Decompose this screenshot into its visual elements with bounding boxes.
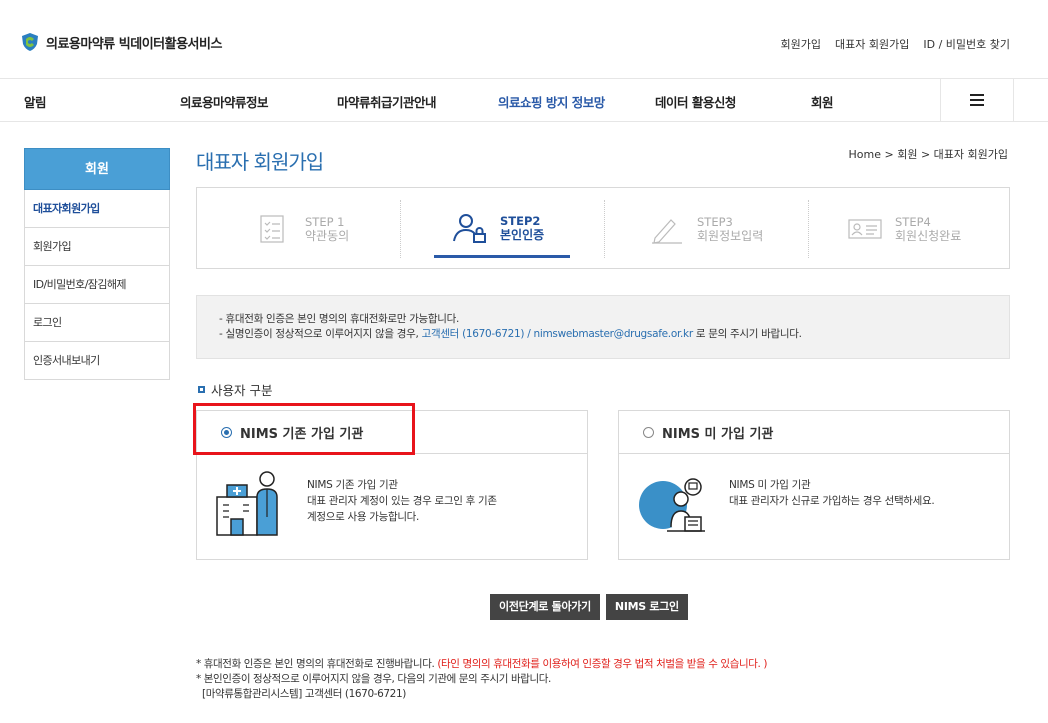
nav-member[interactable]: 회원 [811,92,834,111]
square-bullet-icon [198,386,205,393]
step-4-label: 회원신청완료 [895,229,962,243]
top-links: 회원가입 대표자 회원가입 ID / 비밀번호 찾기 [781,36,1010,52]
option-existing-desc: NIMS 기존 가입 기관 대표 관리자 계정이 있는 경우 로그인 후 기존 … [307,479,497,523]
top-header: 의료용마약류 빅데이터활용서비스 회원가입 대표자 회원가입 ID / 비밀번호… [0,0,1048,78]
side-item-rep-signup[interactable]: 대표자회원가입 [24,190,170,228]
pencil-icon [652,219,682,244]
user-auth-icon [453,213,486,243]
logo-text: 의료용마약류 빅데이터활용서비스 [46,36,222,52]
user-computer-icon [639,478,705,532]
id-card-icon [848,219,882,239]
action-buttons: 이전단계로 돌아가기 NIMS 로그인 [490,594,688,620]
signup-link[interactable]: 회원가입 [781,36,821,52]
option-new-header[interactable]: NIMS 미 가입 기관 [619,411,1009,454]
nav-drug-info[interactable]: 의료용마약류정보 [180,92,269,111]
shield-logo-icon [22,33,38,51]
notice-line-1: - 휴대전화 인증은 본인 명의의 휴대전화로만 가능합니다. [219,313,460,325]
breadcrumb: Home > 회원 > 대표자 회원가입 [848,148,1008,161]
legal-warning-text: (타인 명의의 휴대전화를 이용하여 인증할 경우 법적 처벌을 받을 수 있습… [437,658,768,670]
notice-line-2: - 실명인증이 정상적으로 이루어지지 않을 경우, 고객센터 (1670-67… [219,328,802,340]
footnotes: * 휴대전화 인증은 본인 명의의 휴대전화로 진행바랍니다. (타인 명의의 … [196,657,767,702]
hospital-doctor-icon [216,471,278,536]
rep-signup-link[interactable]: 대표자 회원가입 [835,36,909,52]
side-menu-title: 회원 [24,148,170,190]
main-nav: 알림 의료용마약류정보 마약류취급기관안내 의료쇼핑 방지 정보망 데이터 활용… [0,78,1048,122]
prev-step-button[interactable]: 이전단계로 돌아가기 [490,594,600,620]
footnote-line-3: [마약류통합관리시스템] 고객센터 (1670-6721) [202,688,406,700]
step-4-number: STEP4 [895,215,931,229]
option-new-member[interactable]: NIMS 미 가입 기관 NIMS 미 가입 기관 대표 관리자가 신규로 가입… [618,410,1010,560]
nav-institution-guide[interactable]: 마약류취급기관안내 [337,92,437,111]
nav-shopping-prevention[interactable]: 의료쇼핑 방지 정보망 [498,92,605,111]
side-item-cert-export[interactable]: 인증서내보내기 [24,342,170,380]
section-label: 사용자 구분 [198,380,272,399]
step-1-number: STEP 1 [305,215,345,229]
step-3-number: STEP3 [697,215,733,229]
footnote-line-1: * 휴대전화 인증은 본인 명의의 휴대전화로 진행바랍니다. (타인 명의의 … [196,658,768,670]
step-1-label: 약관동의 [305,229,350,243]
step-2-label: 본인인증 [500,227,545,242]
step-3-label: 회원정보입력 [697,229,764,243]
side-item-id-password[interactable]: ID/비밀번호/잠김해제 [24,266,170,304]
side-item-signup[interactable]: 회원가입 [24,228,170,266]
nims-login-button[interactable]: NIMS 로그인 [605,594,688,620]
side-menu: 회원 대표자회원가입 회원가입 ID/비밀번호/잠김해제 로그인 인증서내보내기 [24,148,170,380]
nav-data-request[interactable]: 데이터 활용신청 [655,92,736,111]
option-new-desc: NIMS 미 가입 기관 대표 관리자가 신규로 가입하는 경우 선택하세요. [729,479,935,507]
find-id-password-link[interactable]: ID / 비밀번호 찾기 [923,36,1010,52]
radio-new[interactable] [643,426,654,438]
page-title: 대표자 회원가입 [196,150,324,174]
menu-icon[interactable] [940,79,1014,121]
step-indicator: STEP 1 약관동의 STEP2 본인인증 STEP3 회원정보입력 STEP… [196,187,1010,269]
step-2-number: STEP2 [500,213,541,228]
step-1: STEP 1 약관동의 [257,200,349,258]
document-list-icon [260,215,284,243]
step-3: STEP3 회원정보입력 [649,200,763,258]
step-2: STEP2 본인인증 [434,200,570,258]
notice-box: - 휴대전화 인증은 본인 명의의 휴대전화로만 가능합니다. - 실명인증이 … [196,295,1010,359]
selection-highlight [193,403,415,455]
customer-center-link[interactable]: 고객센터 (1670-6721) / nimswebmaster@drugsaf… [422,328,694,340]
footnote-line-2: * 본인인증이 정상적으로 이루어지지 않을 경우, 다음의 기관에 문의 주시… [196,673,551,685]
nav-notice[interactable]: 알림 [24,92,47,111]
site-logo[interactable]: 의료용마약류 빅데이터활용서비스 [20,32,222,52]
step-4: STEP4 회원신청완료 [847,200,961,258]
side-item-login[interactable]: 로그인 [24,304,170,342]
option-new-title: NIMS 미 가입 기관 [662,426,774,442]
